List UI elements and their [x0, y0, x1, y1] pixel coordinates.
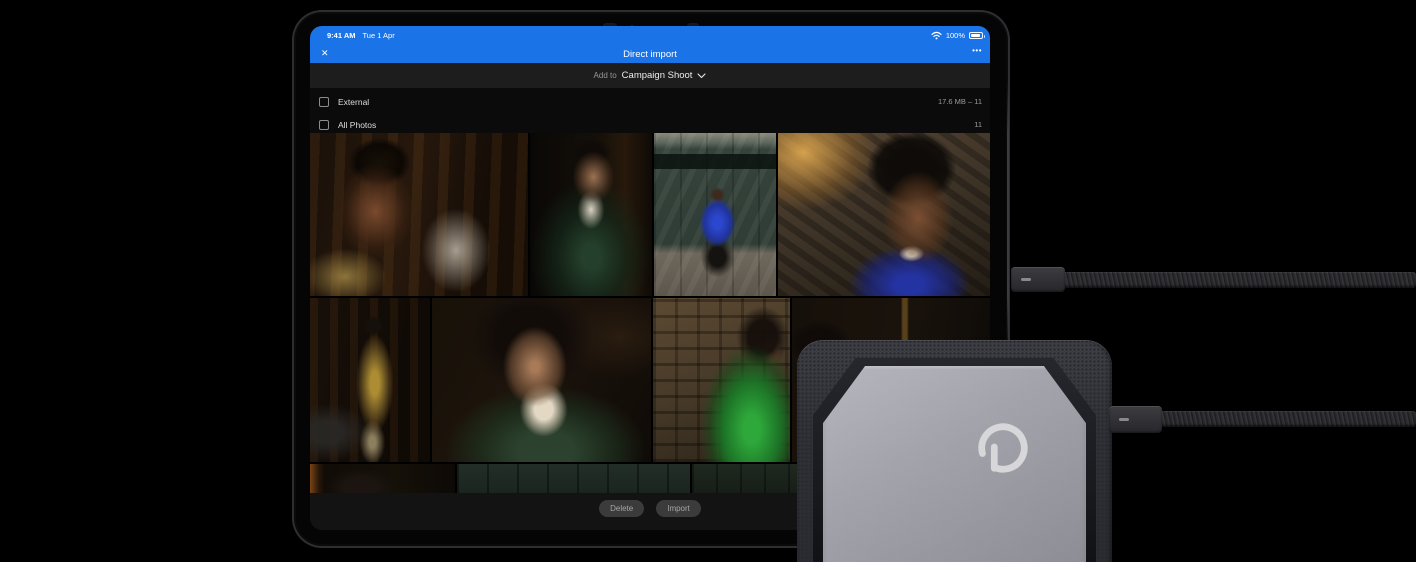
scene: 9:41 AM Tue 1 Apr 100% ✕ Direct import •…	[0, 0, 1416, 562]
photo-thumbnail-mustard-jacket-standing[interactable]	[310, 298, 430, 462]
connector-logo	[1021, 278, 1031, 281]
album-selector[interactable]: Campaign Shoot	[622, 70, 693, 81]
status-bar: 9:41 AM Tue 1 Apr 100%	[310, 26, 990, 45]
delete-button[interactable]: Delete	[599, 500, 645, 517]
external-ssd-drive	[797, 340, 1112, 562]
usb-cable-top	[1063, 272, 1416, 288]
usb-cable-drive	[1160, 411, 1416, 427]
photo-thumbnail-partial-row3-2[interactable]	[457, 464, 690, 493]
status-date: Tue 1 Apr	[362, 31, 395, 40]
photo-thumbnail-closeup-turtleneck[interactable]	[432, 298, 651, 462]
direct-import-header: ✕ Direct import •••	[310, 45, 990, 63]
add-to-label: Add to	[593, 71, 617, 80]
battery-icon	[969, 32, 985, 39]
connector-logo	[1119, 418, 1129, 421]
photo-thumbnail-green-leather-coat[interactable]	[530, 133, 652, 296]
photo-thumbnail-green-sweater-stone[interactable]	[653, 298, 790, 462]
source-meta: 11	[974, 120, 982, 129]
more-options-icon[interactable]: •••	[972, 46, 982, 55]
drive-plate	[823, 366, 1086, 562]
status-time: 9:41 AM	[327, 31, 356, 40]
photo-thumbnail-blue-hoodie-garage[interactable]	[654, 133, 776, 296]
photo-thumbnail-profile-rock-wall[interactable]	[778, 133, 990, 296]
usb-c-connector-drive	[1109, 406, 1162, 433]
source-label: All Photos	[338, 119, 377, 130]
source-list: External 17.6 MB – 11 All Photos 11	[310, 88, 990, 133]
g-drive-logo-icon	[978, 423, 1028, 473]
source-label: External	[338, 96, 370, 107]
usb-c-connector-ipad	[1011, 267, 1065, 292]
external-checkbox[interactable]	[319, 96, 329, 107]
photo-thumbnail-portrait-two-men-wood-room[interactable]	[310, 133, 528, 296]
page-title: Direct import	[623, 48, 677, 60]
all-photos-checkbox[interactable]	[319, 119, 329, 130]
battery-percent: 100%	[945, 31, 965, 40]
chevron-down-icon[interactable]	[697, 72, 707, 79]
source-meta: 17.6 MB – 11	[937, 97, 982, 106]
source-row-external[interactable]: External 17.6 MB – 11	[310, 90, 990, 113]
photo-thumbnail-partial-row3-1[interactable]	[310, 464, 455, 493]
wifi-icon	[931, 31, 942, 40]
add-to-bar: Add to Campaign Shoot	[310, 63, 990, 88]
import-button[interactable]: Import	[656, 500, 701, 517]
